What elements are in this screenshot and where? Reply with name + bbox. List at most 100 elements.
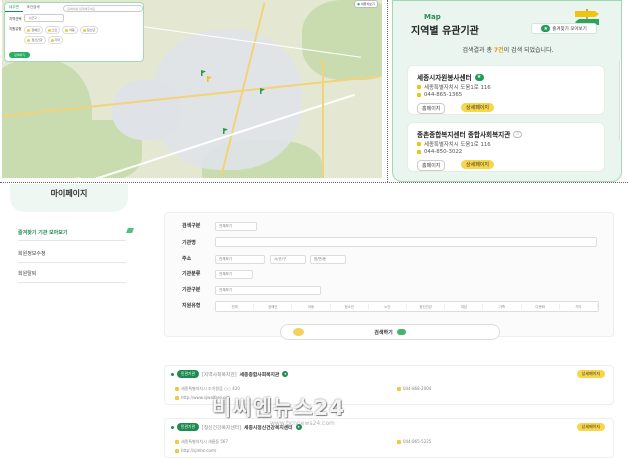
phone-icon xyxy=(397,439,401,444)
result-summary: 검색결과 총 7건이 검색 되었습니다. xyxy=(393,45,621,54)
pin-icon xyxy=(175,440,179,444)
org-phone: 044-865-5225 xyxy=(403,439,432,444)
menu-item-profile[interactable]: 회원정보수정 xyxy=(18,250,126,257)
type-checkbox[interactable]: 노인 xyxy=(44,26,61,34)
search-type-select[interactable]: 전체보기 xyxy=(215,222,257,231)
support-checkbox[interactable]: 아동 xyxy=(292,304,331,309)
support-checkbox[interactable]: 다문화 xyxy=(522,304,560,309)
favorites-button[interactable]: ★ 즐겨찾기 모아보기 xyxy=(531,23,597,34)
org-category: [지역사회복지관] xyxy=(201,372,237,378)
my-location-label: 내위치보기 xyxy=(360,2,375,6)
region-label: 지역선택 xyxy=(9,16,22,21)
detail-button[interactable]: 상세페이지 xyxy=(461,103,495,112)
org-url[interactable]: http://sjmhc.com/ xyxy=(181,448,216,453)
bullet-icon xyxy=(171,425,174,429)
org-address: 세종특별자치시 새롬동 567 xyxy=(181,439,228,444)
map-search-button[interactable]: 검색하기 xyxy=(9,52,31,58)
map-search-input[interactable]: 검색어를 입력해주세요 xyxy=(63,5,143,12)
homepage-button[interactable]: 홈페이지 xyxy=(417,160,446,171)
star-icon[interactable]: ★ xyxy=(474,73,484,81)
facility-card[interactable]: 종촌종합복지센터 종합사회복지관 ☆ 세종특별자치시 도움1로 116 044-8… xyxy=(407,122,605,172)
search-button[interactable]: 검색하기 xyxy=(280,324,500,340)
star-icon[interactable]: ★ xyxy=(282,371,289,377)
result-card[interactable]: 민관기관 [정신건강복지센터] 세종시정신건강복지센터 ★ 상세페이지 세종특별… xyxy=(164,418,614,458)
menu-item-withdraw[interactable]: 회원탈퇴 xyxy=(18,270,126,277)
pin-icon xyxy=(417,142,421,146)
category-label: 기관분류 xyxy=(182,271,201,277)
favorites-label: 즐겨찾기 모아보기 xyxy=(552,26,587,32)
watermark-url: www.bcnnews24.com xyxy=(270,420,335,427)
type-checkbox[interactable]: 장애인 xyxy=(24,26,43,34)
region-select[interactable]: 시군구 xyxy=(24,14,65,22)
search-button-label: 검색하기 xyxy=(374,329,393,336)
mobile-screen: Map 지역별 유관기관 ★ 즐겨찾기 모아보기 검색결과 총 7건이 검색 되… xyxy=(392,0,622,182)
link-icon xyxy=(175,395,179,400)
type-checkbox[interactable]: 청소년 xyxy=(79,26,99,34)
search-icon xyxy=(396,329,406,335)
divider xyxy=(18,282,126,283)
org-badge: 민관기관 xyxy=(177,370,199,378)
support-checkbox[interactable]: 전체 xyxy=(216,304,255,309)
support-checkbox[interactable]: 정신건강 xyxy=(407,304,446,309)
support-checkbox[interactable]: 청소년 xyxy=(331,304,369,309)
pin-icon xyxy=(175,387,179,391)
result-prefix: 검색결과 총 xyxy=(462,47,492,54)
my-location-button[interactable]: ● 내위치보기 xyxy=(354,0,378,8)
star-icon[interactable]: ☆ xyxy=(513,130,523,138)
menu-item-favorites[interactable]: 즐겨찾기 기관 모아보기 xyxy=(18,229,126,236)
support-checkbox[interactable]: 여성 xyxy=(445,304,484,309)
support-checkbox[interactable]: 장애인 xyxy=(254,304,293,309)
page-title: 지역별 유관기관 xyxy=(411,26,479,37)
leaf-icon xyxy=(126,228,134,233)
detail-button[interactable]: 상세페이지 xyxy=(461,160,495,169)
support-checkbox[interactable]: 기타 xyxy=(560,304,599,309)
facility-card[interactable]: 세종시자원봉사센터 ★ 세종특별자치시 도움1로 116 044-865-1365… xyxy=(407,65,605,115)
support-type-checkboxes: 전체 장애인 아동 청소년 노인 정신건강 여성 가족 다문화 기타 xyxy=(215,301,599,312)
bullet-icon xyxy=(171,372,174,376)
facility-name: 세종시자원봉사센터 xyxy=(417,74,472,82)
org-category: [정신건강복지센터] xyxy=(201,425,242,431)
facility-phone: 044-865-1365 xyxy=(424,92,463,98)
divider xyxy=(387,0,388,182)
type-checkbox[interactable]: 정신건강 xyxy=(24,36,46,44)
result-count: 7건 xyxy=(493,47,504,54)
detail-button[interactable]: 상세페이지 xyxy=(576,370,605,378)
sigungu-select[interactable]: 시/군/구 xyxy=(270,255,306,264)
divider xyxy=(18,240,126,241)
phone-icon xyxy=(417,93,421,97)
category-select[interactable]: 전체보기 xyxy=(215,270,253,279)
type-checkbox[interactable]: 기타 xyxy=(47,36,64,44)
name-label: 기관명 xyxy=(182,240,196,246)
tab-condition[interactable]: 조건검색 xyxy=(23,3,44,12)
support-checkbox[interactable]: 노인 xyxy=(369,304,408,309)
phone-icon xyxy=(397,386,401,391)
name-input[interactable] xyxy=(215,237,597,247)
sido-select[interactable]: 전체보기 xyxy=(215,255,265,264)
map-label: Map xyxy=(424,13,441,21)
watermark: 비씨엔뉴스24 xyxy=(212,396,345,420)
character-icon xyxy=(293,328,304,336)
type-label: 지원유형 xyxy=(9,27,22,31)
support-label: 지원유형 xyxy=(182,303,201,309)
location-icon: ● xyxy=(357,2,360,6)
divider xyxy=(0,182,628,183)
star-icon: ★ xyxy=(541,25,551,32)
facility-address: 세종특별자치시 도움1로 116 xyxy=(424,142,491,148)
scrollbar[interactable] xyxy=(619,61,621,141)
org-phone: 044-868-2004 xyxy=(403,386,432,391)
org-badge: 민관기관 xyxy=(177,423,199,431)
division-select[interactable]: 전체보기 xyxy=(215,286,321,295)
homepage-button[interactable]: 홈페이지 xyxy=(417,103,446,114)
type-checkbox[interactable]: 아동 xyxy=(62,26,78,34)
facility-phone: 044-850-3022 xyxy=(424,149,463,155)
tab-nearby[interactable]: 내주변 xyxy=(5,3,23,12)
facility-address: 세종특별자치시 도움1로 116 xyxy=(424,85,491,91)
support-checkbox[interactable]: 가족 xyxy=(483,304,522,309)
detail-button[interactable]: 상세페이지 xyxy=(576,423,605,431)
pin-icon xyxy=(417,85,421,89)
divider xyxy=(18,262,126,263)
org-name: 세종종합사회복지관 xyxy=(239,372,280,378)
map-search-panel: 내주변 조건검색 검색어를 입력해주세요 지역선택 시군구 지원유형 장애인 노… xyxy=(4,2,144,62)
dong-select[interactable]: 읍/면/동 xyxy=(310,255,346,264)
division-label: 기관구분 xyxy=(182,287,201,293)
